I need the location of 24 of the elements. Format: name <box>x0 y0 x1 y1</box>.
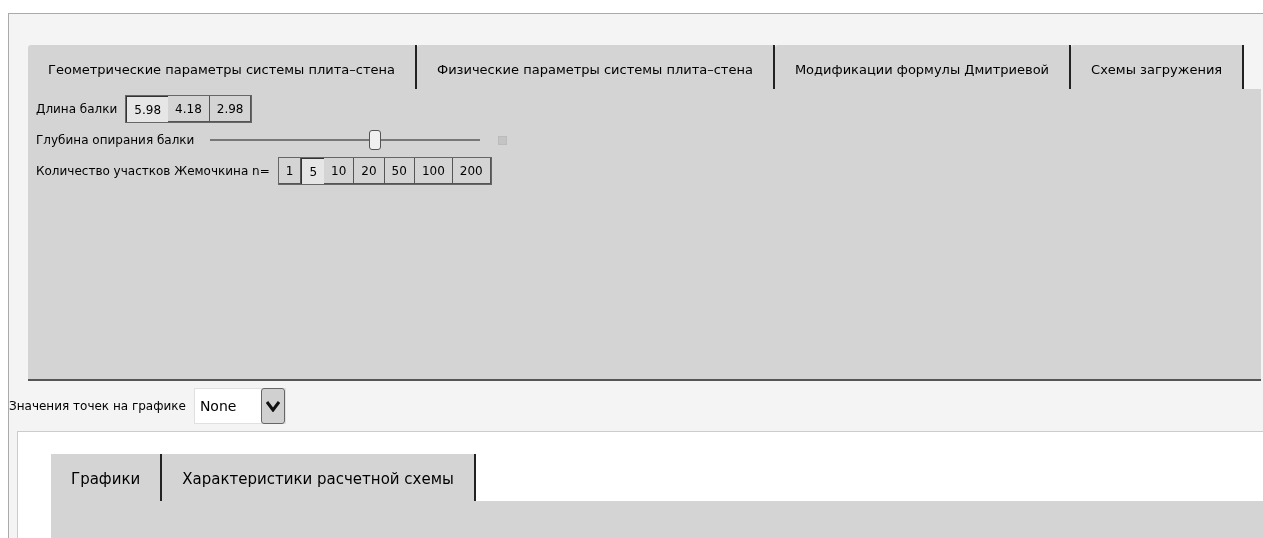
tab[interactable]: Характеристики расчетной схемы <box>162 454 476 501</box>
tab[interactable]: Физические параметры системы плита–стена <box>416 45 775 89</box>
tab[interactable]: Модификации формулы Дмитриевой <box>774 45 1072 89</box>
option-button[interactable]: 10 <box>324 158 355 184</box>
tab[interactable]: Геометрические параметры системы плита–стена <box>28 45 417 89</box>
dropdown[interactable]: None <box>193 388 286 424</box>
option-button[interactable]: 2.98 <box>209 96 252 122</box>
option-button[interactable]: 20 <box>354 158 385 184</box>
option-button[interactable]: 5.98 <box>126 96 169 122</box>
tab[interactable]: Схемы загружения <box>1071 45 1245 89</box>
option-button[interactable]: 4.18 <box>168 96 210 122</box>
field-label: Количество участков Жемочкина n= <box>36 163 270 180</box>
slider-thumb[interactable] <box>369 130 382 150</box>
tab[interactable]: Графики <box>51 454 163 501</box>
field-label: Длина балки <box>36 101 118 118</box>
field-label: Глубина опирания балки <box>36 132 195 149</box>
option-button[interactable]: 200 <box>452 158 491 184</box>
option-button[interactable]: 100 <box>414 158 453 184</box>
option-button[interactable]: 5 <box>301 158 325 184</box>
field-label: Значения точек на графике <box>9 398 186 415</box>
slider[interactable] <box>210 130 481 150</box>
chevron-down-icon <box>265 400 280 412</box>
option-button[interactable]: 1 <box>278 158 302 184</box>
option-button[interactable]: 50 <box>384 158 415 184</box>
